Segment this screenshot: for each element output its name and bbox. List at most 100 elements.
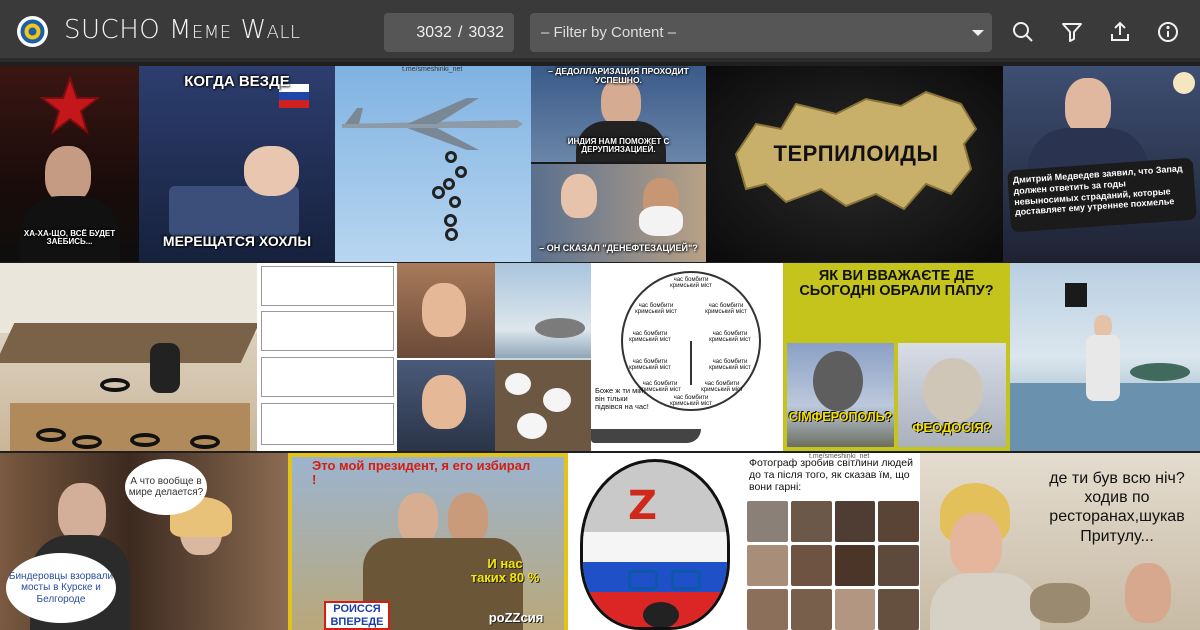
man-face — [1125, 563, 1171, 623]
meme-tile[interactable] — [495, 263, 591, 451]
flag-white — [583, 532, 727, 562]
filter-placeholder: – Filter by Content – — [541, 24, 677, 41]
meme-caption: ХА-ХА-ЩО, ВСЁ БУДЕТ ЗАЕБИСЬ... — [23, 229, 116, 247]
face-photo — [834, 545, 876, 586]
putin-face — [398, 493, 438, 543]
face-photo — [834, 501, 876, 542]
lavrov-face — [58, 483, 106, 541]
tire — [36, 428, 66, 442]
meme-bottom-text: МЕРЕЩАТСЯ ХОХЛЫ — [162, 233, 312, 249]
shovel-head — [1065, 283, 1087, 307]
meme-bottom-text: – ОН СКАЗАЛ "ДЕНЕФТЕЗАЦИЕЙ"? — [539, 243, 698, 253]
clock-label: час бомбити кримський міст — [670, 277, 712, 290]
sign-board: РОИССЯ ВПЕРЕДЕ — [324, 601, 390, 630]
island-trees — [1130, 363, 1190, 381]
sucho-logo-icon — [20, 19, 45, 44]
meme-tile[interactable]: де ти був всю ніч? ходив по ресторанах,ш… — [920, 453, 1200, 630]
glasses-guy-face — [422, 375, 466, 429]
meme-tile[interactable]: час бомбити кримський міст час бомбити к… — [591, 263, 783, 451]
filter-icon[interactable] — [1060, 20, 1084, 44]
long-table — [0, 323, 257, 363]
glasses-lens — [628, 570, 658, 590]
white-blouse — [930, 573, 1040, 630]
face-photo — [834, 589, 876, 630]
result-counter[interactable]: 3032 / 3032 — [384, 13, 514, 52]
tire — [190, 435, 220, 449]
money-stack — [1030, 583, 1090, 623]
z-letter-icon: Z — [628, 483, 658, 529]
cotton-boll — [505, 373, 531, 395]
clock-hand — [690, 341, 692, 385]
meme-right-text: И нас таких 80 % — [470, 556, 540, 585]
clock-label: час бомбити кримський міст — [709, 331, 751, 344]
cotton-boll — [517, 413, 547, 439]
seated-figure — [150, 343, 180, 393]
bomb-ring — [432, 186, 445, 199]
map-label: ТЕРПИЛОИДЫ — [773, 141, 939, 166]
sucho-logo[interactable] — [17, 16, 48, 47]
search-icon[interactable] — [1011, 20, 1035, 44]
lavrov-face — [601, 78, 641, 126]
bomber-plane-icon — [342, 98, 523, 150]
meme-tile[interactable]: – ДЕДОЛЛАРИЗАЦИЯ ПРОХОДИТ УСПЕШНО. ИНДИЯ… — [531, 66, 706, 262]
woman-face — [950, 513, 1002, 575]
meme-tile[interactable] — [1010, 263, 1200, 451]
meme-tile[interactable] — [0, 263, 257, 451]
cotton-photo — [495, 360, 591, 451]
sea-photo — [495, 263, 591, 358]
man-face — [1094, 315, 1112, 337]
meme-caption: Боже ж ти мій, він тільки підвівся на ча… — [595, 386, 649, 411]
cotton-boll — [543, 388, 571, 412]
meme-tile[interactable]: КОГДА ВЕЗДЕ МЕРЕЩАТСЯ ХОХЛЫ — [139, 66, 335, 262]
meme-tile[interactable]: Это мой президент, я его избирал ! И нас… — [288, 453, 568, 630]
glasses-guy-face — [422, 283, 466, 337]
clock-label: час бомбити кримський міст — [635, 303, 677, 316]
meme-top-text: Это мой президент, я его избирал ! — [312, 458, 531, 487]
white-shirt — [1086, 335, 1120, 401]
chevron-down-icon — [972, 30, 984, 36]
bomb-ring — [445, 151, 457, 163]
smiling-man-face — [448, 493, 488, 543]
comic-panel — [261, 311, 394, 351]
comic-panel — [261, 403, 394, 445]
face-photo — [747, 501, 788, 542]
bomb-ring — [455, 166, 467, 178]
meme-tile[interactable]: Дмитрий Медведев заявил, что Запад долже… — [1003, 66, 1200, 262]
meme-tile[interactable]: t.me/smeshinki_net Фотограф зробив світл… — [745, 453, 920, 630]
meme-caption: де ти був всю ніч? ходив по ресторанах,ш… — [1049, 470, 1185, 545]
red-star-icon — [40, 76, 100, 135]
comic-panel — [261, 357, 394, 397]
share-icon[interactable] — [1108, 20, 1132, 44]
open-mouth — [643, 602, 679, 627]
face-photo — [878, 501, 919, 542]
putin-face — [45, 146, 91, 202]
caption-box: Дмитрий Медведев заявил, что Запад долже… — [1007, 157, 1197, 233]
clock-label: час бомбити кримський міст — [629, 359, 671, 372]
comic-panel — [261, 266, 394, 306]
meme-tile[interactable]: ХА-ХА-ЩО, ВСЁ БУДЕТ ЗАЕБИСЬ... — [0, 66, 139, 262]
meme-tile[interactable]: А что вообще в мире делается? Биндеровцы… — [0, 453, 288, 630]
credit-text: t.me/smeshinki_net — [402, 66, 463, 73]
meme-tile[interactable]: Z — [568, 453, 745, 630]
glasses-lens — [671, 570, 701, 590]
meme-tile[interactable]: t.me/smeshinki_net — [335, 66, 531, 262]
info-icon[interactable] — [1156, 20, 1180, 44]
meme-tile[interactable]: ТЕРПИЛОИДЫ — [706, 66, 1003, 262]
counter-total: 3032 — [468, 23, 504, 41]
meme-tile[interactable] — [257, 263, 495, 451]
clock-label: час бомбити кримський міст — [709, 359, 751, 372]
biden-face — [561, 174, 597, 218]
face-photo — [747, 545, 788, 586]
clock-label: час бомбити кримський міст — [670, 395, 712, 408]
emoji-badge — [1173, 72, 1195, 94]
ship-silhouette — [591, 429, 701, 443]
meme-tile[interactable]: ЯК ВИ ВВАЖАЄТЕ ДЕ СЬОГОДНІ ОБРАЛИ ПАПУ? … — [783, 263, 1010, 451]
meme-mid-text: ИНДИЯ НАМ ПОМОЖЕТ С ДЕРУПИЯЗАЦИЕЙ. — [567, 137, 670, 155]
face-photo — [747, 589, 788, 630]
counter-separator: / — [457, 23, 463, 41]
face-photo — [878, 589, 919, 630]
content-filter-select[interactable]: – Filter by Content – — [530, 13, 992, 52]
clock-label: час бомбити кримський міст — [629, 331, 671, 344]
bomb-ring — [449, 196, 461, 208]
face-photo — [790, 501, 832, 542]
